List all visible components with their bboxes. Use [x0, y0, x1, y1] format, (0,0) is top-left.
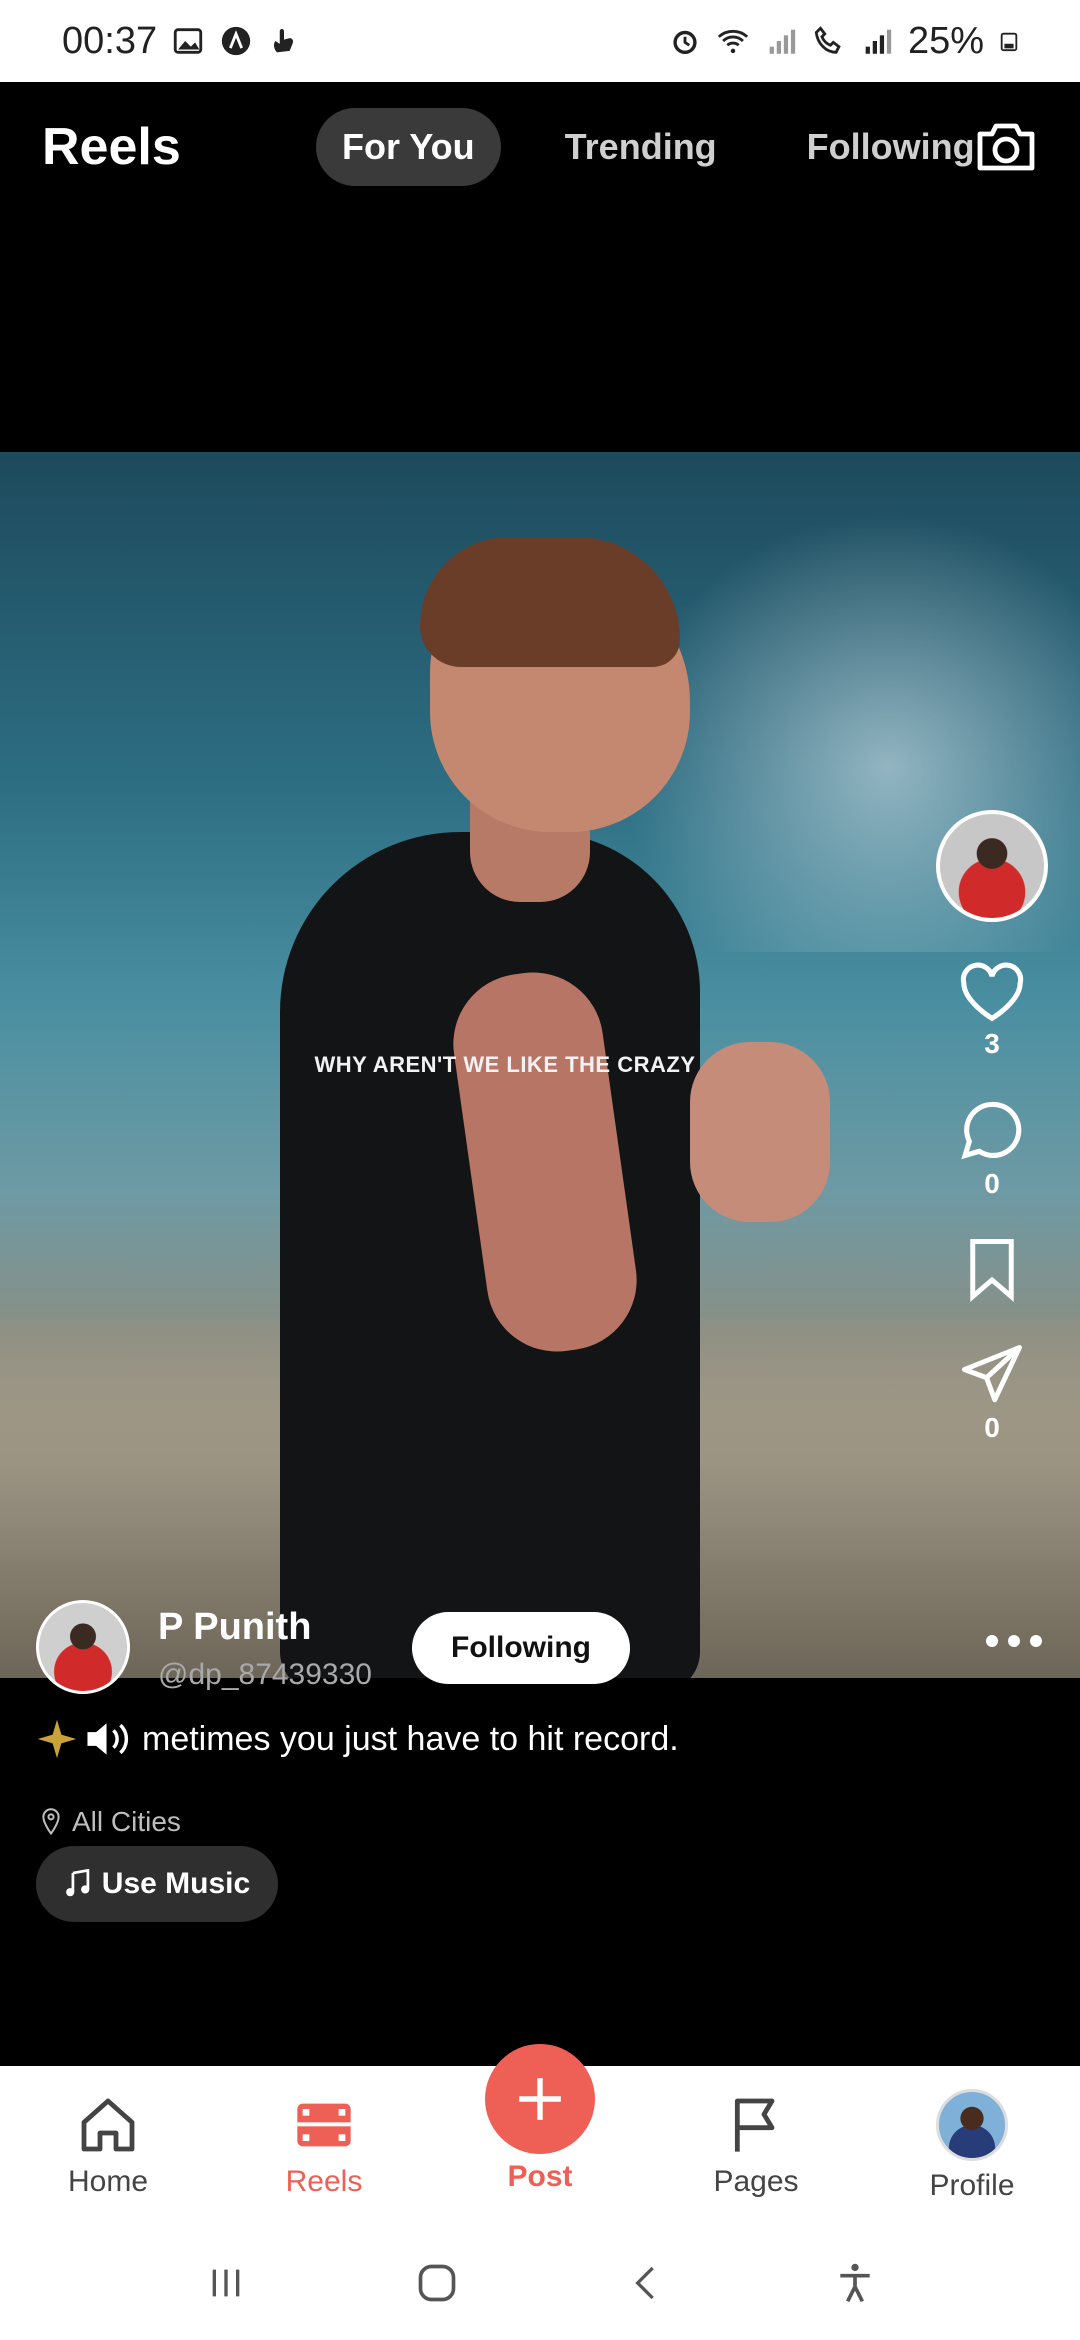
location-text: All Cities — [72, 1806, 181, 1837]
wifi-icon — [717, 29, 749, 54]
sparkle-icon — [37, 1719, 77, 1759]
home-icon — [81, 2098, 135, 2152]
speaker-icon — [87, 1723, 129, 1755]
status-right: 25% — [668, 20, 1020, 63]
tab-for-you[interactable]: For You — [316, 108, 501, 186]
author-row: P Punith @dp_87439330 Following — [36, 1600, 1046, 1700]
reels-tabs: For You Trending Following — [316, 108, 1001, 186]
author-avatar[interactable] — [36, 1600, 130, 1694]
nav-home-label: Home — [67, 2165, 149, 2198]
bottom-nav: Home Reels Post Pages Profile — [0, 2044, 1080, 2226]
plus-icon — [519, 2078, 561, 2120]
signal-icon — [769, 29, 796, 54]
camera-icon[interactable] — [974, 118, 1038, 174]
heart-icon[interactable] — [957, 962, 1027, 1024]
signal-2-icon — [865, 29, 892, 54]
music-note-icon — [65, 1869, 90, 1897]
battery-percent: 25% — [907, 19, 984, 62]
use-music-button[interactable]: Use Music — [36, 1846, 278, 1922]
system-nav-bar — [0, 2226, 1080, 2340]
following-button[interactable]: Following — [412, 1612, 630, 1684]
comment-count: 0 — [984, 1168, 1000, 1199]
bookmark-icon[interactable] — [967, 1236, 1017, 1302]
nav-profile[interactable]: Profile — [882, 2089, 1062, 2203]
profile-avatar — [936, 2089, 1008, 2161]
share-count: 0 — [984, 1412, 1000, 1443]
video-subtitle: WHY AREN'T WE LIKE THE CRAZY — [314, 1052, 696, 1077]
nav-reels-label: Reels — [285, 2165, 363, 2198]
reel-video[interactable]: WHY AREN'T WE LIKE THE CRAZY — [0, 452, 1080, 1678]
nav-home[interactable]: Home — [18, 2093, 198, 2199]
flag-icon — [734, 2098, 775, 2152]
app-notification-icon — [221, 26, 251, 56]
nav-profile-label: Profile — [929, 2169, 1015, 2202]
use-music-label: Use Music — [101, 1867, 251, 1900]
more-options-icon[interactable] — [982, 1626, 1046, 1656]
author-name[interactable]: P Punith — [158, 1606, 311, 1649]
status-bar: 00:37 25% — [0, 0, 1080, 82]
creator-avatar[interactable] — [936, 810, 1048, 922]
post-caption[interactable]: metimes you just have to hit record. — [36, 1718, 679, 1760]
recents-icon[interactable] — [204, 2263, 248, 2303]
gallery-notification-icon — [173, 28, 203, 54]
nav-reels[interactable]: Reels — [234, 2093, 414, 2199]
back-icon[interactable] — [626, 2261, 666, 2305]
nav-pages[interactable]: Pages — [666, 2093, 846, 2199]
comment-icon[interactable] — [957, 1096, 1027, 1164]
volte-call-icon — [814, 26, 841, 54]
status-left: 00:37 — [62, 20, 301, 63]
action-rail: 3 0 0 — [936, 810, 1048, 1480]
tab-following[interactable]: Following — [781, 108, 1001, 186]
tab-trending[interactable]: Trending — [539, 108, 743, 186]
status-time: 00:37 — [62, 19, 158, 62]
nav-pages-label: Pages — [713, 2165, 799, 2198]
location-pin-icon — [42, 1808, 60, 1836]
battery-icon — [1000, 32, 1018, 52]
page-title: Reels — [42, 118, 181, 176]
author-handle: @dp_87439330 — [158, 1658, 372, 1691]
home-system-icon[interactable] — [415, 2261, 459, 2305]
reels-header: Reels For You Trending Following — [0, 82, 1080, 212]
nav-post-label: Post — [507, 2160, 573, 2193]
caption-text: metimes you just have to hit record. — [142, 1719, 679, 1758]
hand-notification-icon — [274, 28, 294, 53]
share-icon[interactable] — [959, 1342, 1025, 1408]
like-count: 3 — [984, 1028, 1000, 1059]
post-button[interactable] — [485, 2044, 595, 2154]
location[interactable]: All Cities — [40, 1806, 181, 1838]
reels-icon — [297, 2103, 351, 2147]
nav-post[interactable]: Post — [450, 2044, 630, 2194]
alarm-icon — [673, 30, 697, 55]
accessibility-icon[interactable] — [833, 2258, 877, 2308]
